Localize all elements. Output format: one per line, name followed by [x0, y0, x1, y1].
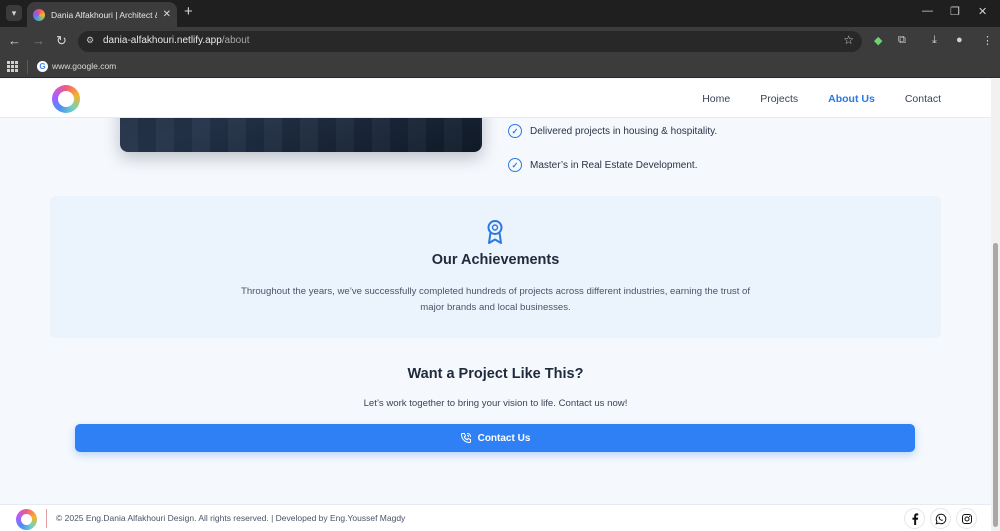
browser-tab[interactable]: Dania Alfakhouri | Architect & I ✕	[27, 2, 177, 27]
address-bar[interactable]: ⚙ dania-alfakhouri.netlify.app/about ☆	[78, 31, 862, 52]
restore-icon[interactable]: ❐	[950, 5, 960, 18]
award-icon	[487, 220, 503, 244]
footer-divider	[46, 509, 47, 528]
tab-close-icon[interactable]: ✕	[163, 9, 171, 20]
achievements-section: Our Achievements Throughout the years, w…	[50, 196, 941, 338]
check-item-text: Master’s in Real Estate Development.	[530, 159, 698, 171]
cta-text: Let’s work together to bring your vision…	[363, 398, 628, 409]
check-circle-icon: ✓	[508, 158, 522, 172]
nav-home[interactable]: Home	[702, 93, 730, 105]
url-text: dania-alfakhouri.netlify.app/about	[103, 35, 250, 46]
facebook-icon[interactable]	[904, 508, 925, 529]
cta-title: Want a Project Like This?	[407, 366, 584, 382]
site-favicon-icon	[33, 8, 45, 21]
check-item: ✓ Delivered projects in housing & hospit…	[508, 124, 717, 138]
phone-icon	[460, 433, 471, 443]
back-icon[interactable]: ←	[8, 33, 21, 49]
forward-icon[interactable]: →	[32, 33, 45, 49]
reload-icon[interactable]: ↻	[56, 33, 67, 49]
new-tab-icon[interactable]: +	[184, 4, 193, 20]
profile-avatar-icon[interactable]: ●	[956, 34, 963, 46]
tab-title: Dania Alfakhouri | Architect & I	[51, 9, 157, 20]
nav-contact[interactable]: Contact	[905, 93, 941, 105]
bookmarks-divider	[27, 60, 28, 74]
nav-about-us[interactable]: About Us	[828, 93, 875, 105]
minimize-icon[interactable]: —	[922, 5, 933, 17]
achievements-title: Our Achievements	[431, 252, 560, 268]
footer-copyright: © 2025 Eng.Dania Alfakhouri Design. All …	[56, 513, 406, 523]
extensions-puzzle-icon[interactable]: ⧉	[898, 34, 906, 47]
browser-toolbar: ← → ↻ ⚙ dania-alfakhouri.netlify.app/abo…	[0, 27, 1000, 56]
menu-kebab-icon[interactable]: ⋮	[982, 34, 993, 47]
check-item: ✓ Master’s in Real Estate Development.	[508, 158, 698, 172]
download-icon[interactable]: ⤓	[932, 34, 937, 47]
achievements-text: Throughout the years, we’ve successfully…	[240, 286, 751, 313]
close-window-icon[interactable]: ✕	[978, 5, 987, 18]
bookmarks-bar: G www.google.com	[0, 56, 1000, 78]
instagram-icon[interactable]	[956, 508, 977, 529]
bookmark-google[interactable]: www.google.com	[52, 61, 116, 71]
contact-us-label: Contact Us	[477, 432, 531, 444]
whatsapp-icon[interactable]	[930, 508, 951, 529]
google-icon: G	[37, 61, 48, 72]
site-info-icon[interactable]: ⚙	[86, 35, 99, 48]
nav-projects[interactable]: Projects	[760, 93, 798, 105]
footer-logo[interactable]	[16, 509, 37, 530]
extension-icon[interactable]: ◆	[874, 34, 882, 47]
site-header: Home Projects About Us Contact	[0, 79, 991, 118]
site-logo[interactable]	[52, 85, 80, 113]
apps-grid-icon[interactable]	[7, 61, 18, 72]
check-circle-icon: ✓	[508, 124, 522, 138]
page-viewport: ✓ Delivered projects in housing & hospit…	[0, 79, 1000, 531]
site-footer: © 2025 Eng.Dania Alfakhouri Design. All …	[0, 504, 991, 531]
scrollbar-thumb[interactable]	[993, 243, 998, 527]
browser-tabstrip: ▾ Dania Alfakhouri | Architect & I ✕ + —…	[0, 0, 1000, 27]
contact-us-button[interactable]: Contact Us	[75, 424, 915, 452]
check-item-text: Delivered projects in housing & hospital…	[530, 125, 718, 137]
main-nav: Home Projects About Us Contact	[702, 79, 941, 118]
page-scrollbar[interactable]	[991, 79, 1000, 531]
tab-search-icon[interactable]: ▾	[6, 5, 22, 21]
bookmark-star-icon[interactable]: ☆	[843, 33, 854, 47]
